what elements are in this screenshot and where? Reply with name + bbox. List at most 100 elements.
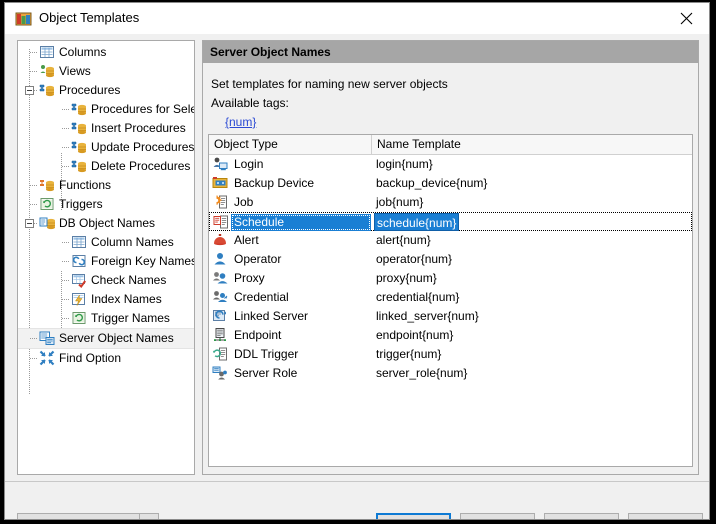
- column-header-object-type[interactable]: Object Type: [214, 137, 278, 151]
- object-type-cell[interactable]: DDL Trigger: [231, 347, 301, 362]
- object-type-cell[interactable]: Endpoint: [231, 328, 284, 343]
- available-tags-label: Available tags:: [211, 96, 289, 110]
- reset-mid: eset to: [41, 519, 80, 520]
- columns-icon: [71, 234, 87, 250]
- tree-collapse-toggle[interactable]: [25, 86, 34, 95]
- foreign-key-icon: [71, 253, 87, 269]
- object-type-cell[interactable]: Schedule: [231, 214, 371, 231]
- name-template-cell[interactable]: alert{num}: [374, 233, 433, 248]
- object-type-cell[interactable]: Alert: [231, 233, 262, 248]
- column-header-name-template[interactable]: Name Template: [377, 137, 461, 151]
- cancel-button[interactable]: Cancel: [460, 513, 535, 520]
- tree-item-update-procedures[interactable]: Update Procedures: [18, 138, 194, 157]
- ddl-trigger-icon: [212, 346, 228, 362]
- column-splitter[interactable]: [371, 135, 372, 154]
- tree-item-functions[interactable]: Functions: [18, 176, 194, 195]
- tree-item-delete-procedures[interactable]: Delete Procedures: [18, 157, 194, 176]
- name-template-grid[interactable]: Object Type Name Template Login login{num…: [208, 134, 693, 467]
- object-type-cell[interactable]: Proxy: [231, 271, 268, 286]
- tree-item-views[interactable]: Views: [18, 62, 194, 81]
- table-row[interactable]: Backup Device backup_device{num}: [209, 174, 692, 193]
- tree-item-triggers[interactable]: Triggers: [18, 195, 194, 214]
- tree-item-label: Check Names: [91, 273, 167, 287]
- name-template-cell[interactable]: linked_server{num}: [374, 309, 481, 324]
- object-type-cell[interactable]: Linked Server: [231, 309, 311, 324]
- name-template-cell[interactable]: endpoint{num}: [374, 328, 455, 343]
- tree-item-find-option[interactable]: Find Option: [18, 349, 194, 368]
- triggers-icon: [39, 196, 55, 212]
- backup-device-icon: [212, 175, 228, 191]
- tree-item-trigger-names[interactable]: Trigger Names: [18, 309, 194, 328]
- table-row[interactable]: Linked Server linked_server{num}: [209, 307, 692, 326]
- table-row[interactable]: Proxy proxy{num}: [209, 269, 692, 288]
- object-type-cell[interactable]: Operator: [231, 252, 284, 267]
- tree-item-column-names[interactable]: Column Names: [18, 233, 194, 252]
- object-type-cell[interactable]: Job: [231, 195, 256, 210]
- endpoint-icon: [212, 327, 228, 343]
- tree-collapse-toggle[interactable]: [25, 219, 34, 228]
- tree-item-db-object-names[interactable]: DB Object Names: [18, 214, 194, 233]
- close-icon[interactable]: [664, 3, 709, 34]
- apply-button[interactable]: Apply: [628, 513, 703, 519]
- job-icon: [212, 194, 228, 210]
- help-rest: elp: [578, 519, 594, 520]
- object-type-cell[interactable]: Login: [231, 157, 266, 172]
- name-template-cell[interactable]: credential{num}: [374, 290, 461, 305]
- tag-link-num[interactable]: {num}: [225, 115, 256, 129]
- table-row[interactable]: Job job{num}: [209, 193, 692, 212]
- table-row[interactable]: Alert alert{num}: [209, 231, 692, 250]
- reset-to-defaults-button[interactable]: Reset to Defaults: [17, 513, 140, 520]
- panel-description: Set templates for naming new server obje…: [211, 77, 448, 91]
- name-template-input[interactable]: schedule{num}: [374, 213, 460, 231]
- alert-icon: [212, 232, 228, 248]
- tree-item-foreign-key-names[interactable]: Foreign Key Names: [18, 252, 194, 271]
- help-button[interactable]: Help: [544, 513, 619, 520]
- tree-item-label: Server Object Names: [59, 331, 174, 345]
- tree-connector: [30, 358, 38, 359]
- table-row[interactable]: DDL Trigger trigger{num}: [209, 345, 692, 364]
- object-type-cell[interactable]: Server Role: [231, 366, 300, 381]
- name-template-cell[interactable]: backup_device{num}: [374, 176, 489, 191]
- reset-to-defaults-dropdown[interactable]: [139, 513, 159, 519]
- ok-rest: K: [414, 519, 422, 520]
- table-row[interactable]: Login login{num}: [209, 155, 692, 174]
- table-row[interactable]: Credential credential{num}: [209, 288, 692, 307]
- table-row[interactable]: Server Role server_role{num}: [209, 364, 692, 383]
- tree-item-label: Column Names: [91, 235, 174, 249]
- tree-connector: [62, 280, 70, 281]
- tree-item-check-names[interactable]: Check Names: [18, 271, 194, 290]
- tree-connector: [62, 299, 70, 300]
- object-type-cell[interactable]: Credential: [231, 290, 292, 305]
- ok-button[interactable]: OK: [376, 513, 451, 520]
- name-template-cell[interactable]: trigger{num}: [374, 347, 443, 362]
- table-row[interactable]: Endpoint endpoint{num}: [209, 326, 692, 345]
- tree-item-procedures[interactable]: Procedures: [18, 81, 194, 100]
- cancel-rest: ancel: [487, 519, 516, 520]
- login-icon: [212, 156, 228, 172]
- tree-item-procedures-for-select[interactable]: Procedures for Select: [18, 100, 194, 119]
- name-template-cell[interactable]: login{num}: [374, 157, 435, 172]
- object-type-cell[interactable]: Backup Device: [231, 176, 317, 191]
- name-template-cell[interactable]: job{num}: [374, 195, 425, 210]
- name-template-cell[interactable]: operator{num}: [374, 252, 454, 267]
- tree-item-server-object-names[interactable]: Server Object Names: [18, 328, 194, 349]
- template-category-tree[interactable]: Columns Views Procedures Procedures for Sel…: [17, 40, 195, 475]
- table-row[interactable]: Operator operator{num}: [209, 250, 692, 269]
- proxy-icon: [212, 270, 228, 286]
- server-role-icon: [212, 365, 228, 381]
- tree-item-columns[interactable]: Columns: [18, 43, 194, 62]
- cancel-accel: C: [479, 519, 488, 520]
- tree-item-index-names[interactable]: Index Names: [18, 290, 194, 309]
- operator-icon: [212, 251, 228, 267]
- procedures-icon: [71, 139, 87, 155]
- name-template-cell[interactable]: proxy{num}: [374, 271, 439, 286]
- tree-connector: [62, 109, 70, 110]
- object-templates-dialog: Object Templates Columns Views Procedures P…: [4, 2, 710, 520]
- tree-item-label: Views: [59, 64, 91, 78]
- tree-item-insert-procedures[interactable]: Insert Procedures: [18, 119, 194, 138]
- tree-item-label: Foreign Key Names: [91, 254, 195, 268]
- tree-item-label: Delete Procedures: [91, 159, 191, 173]
- procedures-icon: [71, 101, 87, 117]
- table-row[interactable]: Schedule schedule{num}: [209, 212, 692, 231]
- name-template-cell[interactable]: server_role{num}: [374, 366, 469, 381]
